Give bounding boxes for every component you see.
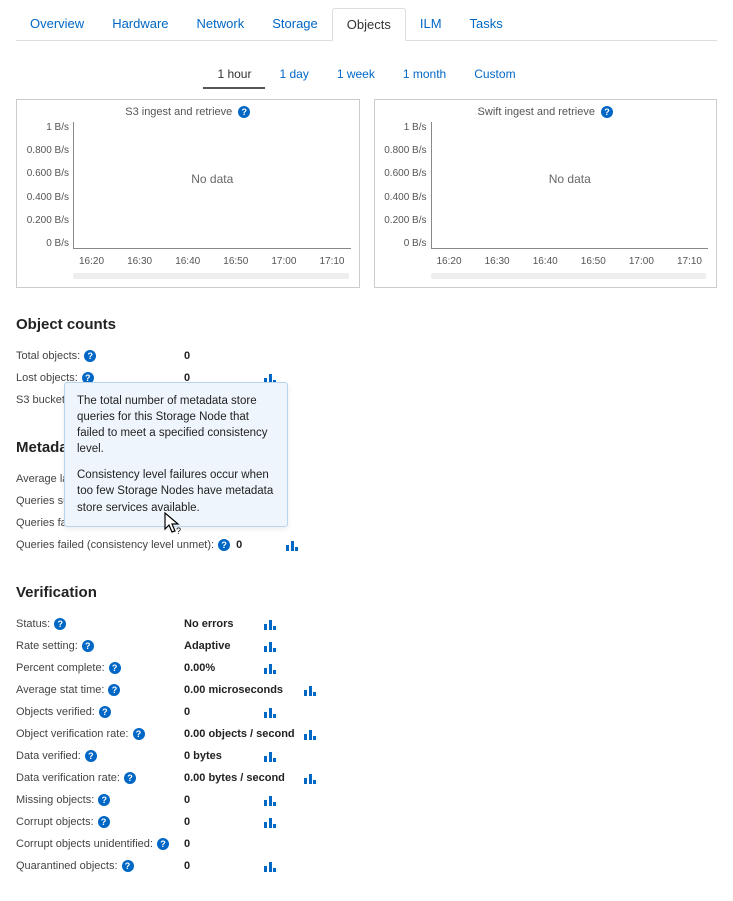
help-icon[interactable]: ?	[133, 728, 145, 740]
plot-area[interactable]: No data	[73, 122, 351, 249]
no-data-label: No data	[191, 172, 233, 186]
help-icon[interactable]: ?	[98, 794, 110, 806]
section-object-counts-title: Object counts	[16, 316, 717, 333]
chart-icon[interactable]	[264, 816, 276, 828]
chart-icon[interactable]	[264, 794, 276, 806]
row-corrupt-unid: Corrupt objects unidentified:?0	[16, 833, 717, 855]
row-data-verif-rate: Data verification rate:?0.00 bytes / sec…	[16, 767, 717, 789]
row-avg-stat-time: Average stat time:?0.00 microseconds	[16, 679, 717, 701]
help-tooltip: The total number of metadata store queri…	[64, 382, 288, 527]
chart-icon[interactable]	[264, 662, 276, 674]
help-icon[interactable]: ?	[238, 106, 250, 118]
plot-area[interactable]: No data	[431, 122, 709, 249]
chart-icon[interactable]	[264, 750, 276, 762]
row-corrupt-objects: Corrupt objects:?0	[16, 811, 717, 833]
row-missing-objects: Missing objects:?0	[16, 789, 717, 811]
time-tab-1month[interactable]: 1 month	[389, 61, 460, 89]
help-icon[interactable]: ?	[85, 750, 97, 762]
help-icon[interactable]: ?	[82, 640, 94, 652]
chart-title-swift: Swift ingest and retrieve	[478, 106, 595, 118]
chart-icon[interactable]	[304, 684, 316, 696]
row-total-objects: Total objects:? 0	[16, 345, 717, 367]
chart-icon[interactable]	[304, 728, 316, 740]
help-icon[interactable]: ?	[99, 706, 111, 718]
tab-objects[interactable]: Objects	[332, 8, 406, 41]
row-rate-setting: Rate setting:?Adaptive	[16, 635, 717, 657]
row-obj-verif-rate: Object verification rate:?0.00 objects /…	[16, 723, 717, 745]
main-tabs: Overview Hardware Network Storage Object…	[16, 8, 717, 41]
help-icon[interactable]: ?	[98, 816, 110, 828]
time-tab-1day[interactable]: 1 day	[265, 61, 322, 89]
chart-icon[interactable]	[264, 618, 276, 630]
y-axis: 1 B/s 0.800 B/s 0.600 B/s 0.400 B/s 0.20…	[25, 122, 73, 249]
charts-row: S3 ingest and retrieve? 1 B/s 0.800 B/s …	[16, 99, 717, 288]
section-verification-title: Verification	[16, 584, 717, 601]
x-axis: 16:20 16:30 16:40 16:50 17:00 17:10	[73, 256, 351, 267]
chart-scrollbar[interactable]	[73, 273, 349, 279]
help-icon[interactable]: ?	[84, 350, 96, 362]
help-icon[interactable]: ?	[108, 684, 120, 696]
help-icon[interactable]: ?	[54, 618, 66, 630]
help-icon[interactable]: ?	[218, 539, 230, 551]
row-status: Status:?No errors	[16, 613, 717, 635]
help-icon[interactable]: ?	[157, 838, 169, 850]
x-axis: 16:20 16:30 16:40 16:50 17:00 17:10	[431, 256, 709, 267]
chart-swift-ingest: Swift ingest and retrieve? 1 B/s 0.800 B…	[374, 99, 718, 288]
help-icon[interactable]: ?	[109, 662, 121, 674]
chart-s3-ingest: S3 ingest and retrieve? 1 B/s 0.800 B/s …	[16, 99, 360, 288]
time-tab-1hour[interactable]: 1 hour	[203, 61, 265, 89]
chart-title-s3: S3 ingest and retrieve	[125, 106, 232, 118]
time-tab-1week[interactable]: 1 week	[323, 61, 389, 89]
row-data-verified: Data verified:?0 bytes	[16, 745, 717, 767]
y-axis: 1 B/s 0.800 B/s 0.600 B/s 0.400 B/s 0.20…	[383, 122, 431, 249]
help-icon[interactable]: ?	[601, 106, 613, 118]
time-tab-custom[interactable]: Custom	[460, 61, 529, 89]
row-percent-complete: Percent complete:?0.00%	[16, 657, 717, 679]
row-objects-verified: Objects verified:?0	[16, 701, 717, 723]
help-icon[interactable]: ?	[124, 772, 136, 784]
chart-icon[interactable]	[304, 772, 316, 784]
no-data-label: No data	[549, 172, 591, 186]
tab-network[interactable]: Network	[183, 8, 259, 40]
tab-overview[interactable]: Overview	[16, 8, 98, 40]
tab-storage[interactable]: Storage	[258, 8, 332, 40]
tab-tasks[interactable]: Tasks	[456, 8, 517, 40]
chart-scrollbar[interactable]	[431, 273, 707, 279]
chart-icon[interactable]	[264, 706, 276, 718]
row-queries-fail-consistency: Queries failed (consistency level unmet)…	[16, 534, 717, 556]
time-range-tabs: 1 hour 1 day 1 week 1 month Custom	[16, 61, 717, 89]
chart-icon[interactable]	[264, 860, 276, 872]
row-quarantined: Quarantined objects:?0	[16, 855, 717, 877]
help-icon[interactable]: ?	[122, 860, 134, 872]
chart-icon[interactable]	[286, 539, 298, 551]
tab-hardware[interactable]: Hardware	[98, 8, 182, 40]
chart-icon[interactable]	[264, 640, 276, 652]
tab-ilm[interactable]: ILM	[406, 8, 456, 40]
